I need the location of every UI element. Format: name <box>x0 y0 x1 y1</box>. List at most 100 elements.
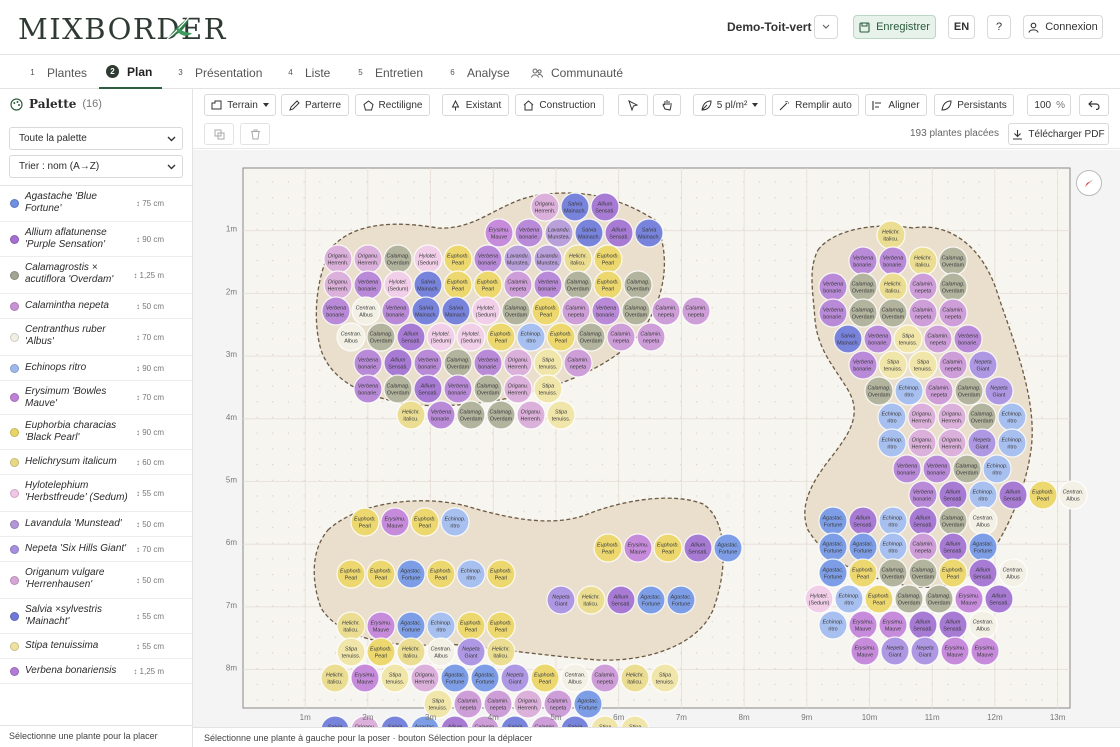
placed-plant[interactable]: Calamin.nepeta <box>908 272 938 302</box>
placed-plant[interactable]: Calamag.Overdam <box>473 374 503 404</box>
placed-plant[interactable]: AlliumSensati. <box>938 610 968 640</box>
placed-plant[interactable]: Helichr.italicu. <box>563 244 593 274</box>
placed-plant[interactable]: AlliumSensati. <box>396 322 426 352</box>
placed-plant[interactable]: Erysimu.Mauve <box>878 610 908 640</box>
placed-plant[interactable]: Stipatenuiss. <box>380 663 410 693</box>
placed-plant[interactable]: Lavandu.Munstea. <box>544 218 574 248</box>
align-button[interactable]: Aligner <box>865 94 927 116</box>
select-tool-button[interactable] <box>618 94 648 116</box>
delete-button[interactable] <box>240 123 270 145</box>
placed-plant[interactable]: Calamag.Overdam <box>938 246 968 276</box>
placed-plant[interactable]: Verbenabonarie. <box>443 374 473 404</box>
placed-plant[interactable]: Centran.Albus <box>968 610 998 640</box>
placed-plant[interactable]: Calamin.nepeta <box>606 322 636 352</box>
placed-plant[interactable]: AlliumSensati. <box>908 610 938 640</box>
placed-plant[interactable]: Calamin.nepeta <box>908 532 938 562</box>
placed-plant[interactable]: Centran.Albus <box>1058 480 1088 510</box>
save-button[interactable]: Enregistrer <box>853 15 936 39</box>
placed-plant[interactable]: Agastac.Fortune <box>396 559 426 589</box>
placed-plant[interactable]: Calamag.Overdam <box>908 558 938 588</box>
placed-plant[interactable]: Verbenabonarie. <box>473 244 503 274</box>
placed-plant[interactable]: Helichr.italicu. <box>336 611 366 641</box>
plant-list-item[interactable]: Verbena bonariensis ↕ 1,25 m <box>0 659 192 684</box>
placed-plant[interactable]: Calamag.Overdam <box>864 376 894 406</box>
placed-plant[interactable]: Erysimu.Mauve <box>484 218 514 248</box>
download-pdf-button[interactable]: Télécharger PDF <box>1008 123 1109 145</box>
placed-plant[interactable]: Euphorb.Pearl <box>426 559 456 589</box>
placed-plant[interactable]: NepetaGiant <box>968 350 998 380</box>
plan-canvas-area[interactable]: Origanu. Herrenh. Salvia Mainach. Allium Sens… <box>193 150 1120 727</box>
plant-list-item[interactable]: Centranthus ruber 'Albus' ↕ 70 cm <box>0 319 192 356</box>
placed-plant[interactable]: Verbenabonarie. <box>353 374 383 404</box>
placed-plant[interactable]: Calamag.Overdam <box>952 454 982 484</box>
placed-plant[interactable]: Euphorb.Pearl <box>593 244 623 274</box>
placed-plant[interactable]: AlliumSensati. <box>590 192 620 222</box>
placed-plant[interactable]: Agastac.Fortune <box>848 532 878 562</box>
placed-plant[interactable]: Euphorb.Pearl <box>546 322 576 352</box>
placed-plant[interactable]: SalviaMainach. <box>320 715 350 727</box>
placed-plant[interactable]: AlliumSensati. <box>383 348 413 378</box>
placed-plant[interactable]: Verbenabonarie. <box>426 400 456 430</box>
placed-plant[interactable]: AlliumSensati. <box>604 218 634 248</box>
placed-plant[interactable]: Stipatenuiss. <box>620 715 650 727</box>
placed-plant[interactable]: Agastac.Fortune <box>440 663 470 693</box>
tab-plan[interactable]: 2 Plan <box>99 56 163 89</box>
placed-plant[interactable]: Calamag.Overdam <box>967 402 997 432</box>
zoom-field[interactable]: 100 % <box>1027 94 1071 116</box>
construction-button[interactable]: Construction <box>515 94 604 116</box>
placed-plant[interactable]: NepetaGiant <box>500 663 530 693</box>
placed-plant[interactable]: Euphorb.Pearl <box>938 558 968 588</box>
palette-filter-select[interactable]: Toute la palette <box>9 127 183 150</box>
plant-list-item[interactable]: Salvia ×sylvestris 'Mainacht' ↕ 55 cm <box>0 599 192 634</box>
placed-plant[interactable]: NepetaGiant <box>910 636 940 666</box>
placed-plant[interactable]: Agastac.Fortune <box>818 506 848 536</box>
placed-plant[interactable]: SalviaMainach. <box>411 296 441 326</box>
plant-list-item[interactable]: Lavandula 'Munstead' ↕ 50 cm <box>0 512 192 537</box>
placed-plant[interactable]: Agastac.Fortune <box>968 532 998 562</box>
placed-plant[interactable]: Hylotel.(Sedum) <box>383 270 413 300</box>
placed-plant[interactable]: Euphorb.Pearl <box>443 270 473 300</box>
placed-plant[interactable]: Echinop.ritro <box>878 532 908 562</box>
placed-plant[interactable]: Echinop.ritro <box>997 428 1027 458</box>
placed-plant[interactable]: Calamin.nepeta <box>453 689 483 719</box>
placed-plant[interactable]: Euphorb.Pearl <box>350 507 380 537</box>
placed-plant[interactable]: Euphorb.Pearl <box>366 637 396 667</box>
placed-plant[interactable]: Euphorb.Pearl <box>336 559 366 589</box>
placed-plant[interactable]: Euphorb.Pearl <box>593 270 623 300</box>
placed-plant[interactable]: Lavandu.Munstea. <box>533 244 563 274</box>
placed-plant[interactable]: Euphorb.Pearl <box>864 584 894 614</box>
placed-plant[interactable]: AlliumSensati. <box>413 374 443 404</box>
app-logo[interactable]: MIXBORDER <box>18 12 227 46</box>
placed-plant[interactable]: Euphorb.Pearl <box>366 559 396 589</box>
placed-plant[interactable]: Verbenabonarie. <box>848 350 878 380</box>
duplicate-button[interactable] <box>204 123 234 145</box>
placed-plant[interactable]: Helichr.italicu. <box>876 220 906 250</box>
placed-plant[interactable]: Centran.Albus <box>336 322 366 352</box>
palette-sort-select[interactable]: Trier : nom (A→Z) <box>9 155 183 178</box>
placed-plant[interactable]: Erysimu.Mauve <box>970 636 1000 666</box>
placed-plant[interactable]: Centran.Albus <box>968 506 998 536</box>
placed-plant[interactable]: Calamag.Overdam <box>848 298 878 328</box>
placed-plant[interactable]: Euphorb.Pearl <box>486 559 516 589</box>
placed-plant[interactable]: Agastac.Fortune <box>396 611 426 641</box>
placed-plant[interactable]: Calamag.Overdam <box>924 584 954 614</box>
placed-plant[interactable]: Echinop.ritro <box>968 480 998 510</box>
placed-plant[interactable]: Verbenabonarie. <box>473 348 503 378</box>
placed-plant[interactable]: Agastac.Fortune <box>573 689 603 719</box>
density-select[interactable]: 5 pl/m² <box>693 94 766 116</box>
placed-plant[interactable]: Echinop.ritro <box>834 584 864 614</box>
placed-plant[interactable]: Helichr.italicu. <box>486 637 516 667</box>
placed-plant[interactable]: NepetaGiant <box>967 428 997 458</box>
placed-plant[interactable]: Calamin.nepeta <box>908 298 938 328</box>
placed-plant[interactable]: AlliumSensati. <box>938 532 968 562</box>
rectiligne-button[interactable]: Rectiligne <box>355 94 430 116</box>
placed-plant[interactable]: AlliumSensati. <box>968 558 998 588</box>
placed-plant[interactable]: Verbenabonarie. <box>953 324 983 354</box>
placed-plant[interactable]: Calamag.Overdam <box>443 348 473 378</box>
placed-plant[interactable]: Euphorb.Pearl <box>653 533 683 563</box>
tab-liste[interactable]: 4 Liste <box>284 56 330 89</box>
placed-plant[interactable]: AlliumSensati. <box>848 506 878 536</box>
placed-plant[interactable]: NepetaGiant <box>880 636 910 666</box>
placed-plant[interactable]: Euphorb.Pearl <box>530 663 560 693</box>
placed-plant[interactable]: Origanu.Herrenh. <box>353 244 383 274</box>
